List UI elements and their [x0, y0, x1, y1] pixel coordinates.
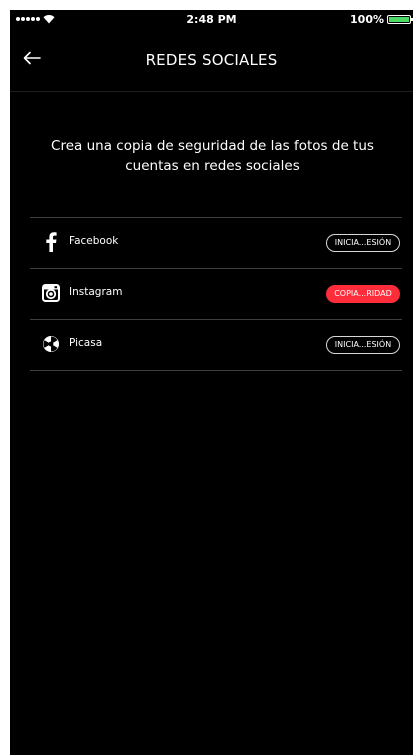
intro-text: Crea una copia de seguridad de las fotos…: [51, 138, 374, 174]
battery-icon: [387, 15, 413, 24]
phone-screen: 2:48 PM 100% REDES SOCIALES Crea una cop…: [10, 10, 413, 755]
account-label: Picasa: [69, 337, 103, 349]
navigation-bar: REDES SOCIALES: [10, 30, 413, 92]
list-divider: [30, 370, 402, 371]
page-title: REDES SOCIALES: [145, 51, 278, 69]
login-button[interactable]: INICIA...ESIÓN: [326, 336, 400, 354]
account-label: Facebook: [69, 235, 119, 247]
facebook-icon: [41, 232, 61, 252]
login-button[interactable]: INICIA...ESIÓN: [326, 234, 400, 252]
status-bar: 2:48 PM 100%: [10, 10, 413, 30]
backup-button[interactable]: COPIA...RIDAD: [326, 285, 400, 303]
instagram-icon: [41, 283, 61, 303]
social-accounts-list: Facebook INICIA...ESIÓN Instagram COPIA.…: [30, 217, 402, 371]
battery-indicator: 100%: [350, 13, 413, 26]
list-item-picasa: Picasa INICIA...ESIÓN: [30, 319, 402, 370]
list-item-facebook: Facebook INICIA...ESIÓN: [30, 217, 402, 268]
picasa-icon: [41, 334, 61, 354]
account-label: Instagram: [69, 286, 123, 298]
list-item-instagram: Instagram COPIA...RIDAD: [30, 268, 402, 319]
battery-percent: 100%: [350, 13, 384, 26]
